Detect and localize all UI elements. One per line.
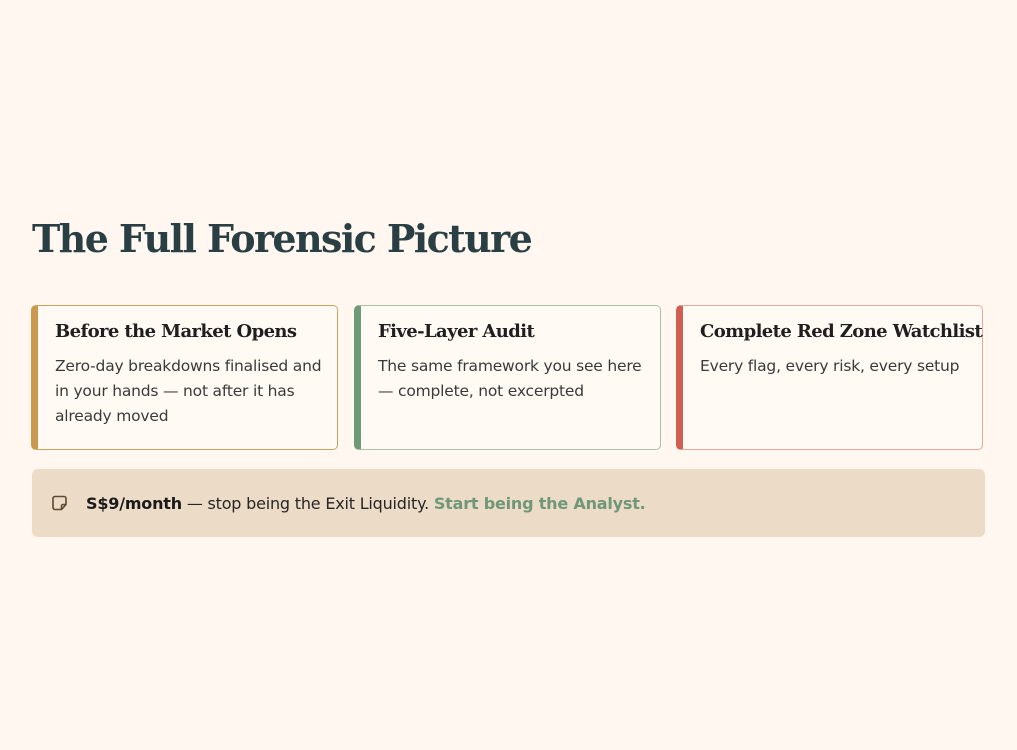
feature-card-five-layer-audit: Five-Layer Audit The same framework you …: [354, 305, 661, 450]
section-heading: The Full Forensic Picture: [32, 216, 533, 261]
feature-card-description: The same framework you see here — comple…: [378, 357, 642, 400]
feature-card-description: Every flag, every risk, every setup: [700, 357, 960, 375]
feature-card-title: Five-Layer Audit: [378, 321, 535, 342]
note-icon: [52, 495, 68, 511]
price-label: S$9/month: [86, 493, 182, 513]
pricing-callout-text: S$9/month — stop being the Exit Liquidit…: [86, 494, 646, 513]
feature-card-before-market-opens: Before the Market Opens Zero-day breakdo…: [31, 305, 338, 450]
pricing-callout: S$9/month — stop being the Exit Liquidit…: [32, 469, 985, 537]
callout-message: — stop being the Exit Liquidity.: [181, 493, 434, 513]
feature-card-title: Complete Red Zone Watchlist: [700, 321, 983, 342]
feature-card-title: Before the Market Opens: [55, 321, 297, 342]
feature-card-description: Zero-day breakdowns finalised and in you…: [55, 357, 322, 425]
feature-card-red-zone-watchlist: Complete Red Zone Watchlist Every flag, …: [676, 305, 983, 450]
start-analyst-link[interactable]: Start being the Analyst.: [434, 494, 646, 513]
